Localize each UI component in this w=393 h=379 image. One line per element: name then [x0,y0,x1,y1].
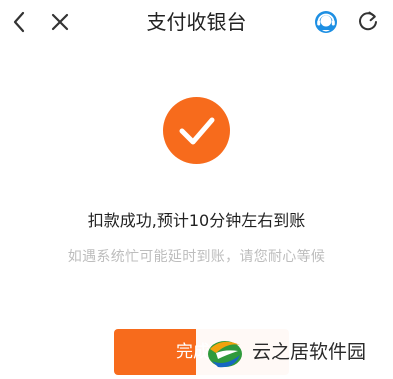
close-button[interactable] [49,10,71,34]
result-title: 扣款成功,预计10分钟左右到账 [87,211,306,230]
close-icon [51,13,69,31]
customer-service-icon [315,11,337,33]
nav-bar: 支付收银台 [0,0,393,44]
watermark-logo-icon [208,341,242,368]
customer-service-button[interactable] [314,10,338,34]
chevron-left-icon [13,11,25,33]
back-button[interactable] [10,9,28,35]
watermark-overlay: 云之居软件园 [196,325,393,379]
checkmark-icon [179,117,215,145]
refresh-button[interactable] [356,9,380,33]
success-status-circle [163,97,230,164]
result-hint: 如遇系统忙可能延时到账，请您耐心等候 [67,249,326,265]
page-title: 支付收银台 [146,10,247,34]
watermark-text: 云之居软件园 [252,341,367,363]
refresh-icon [359,11,377,31]
